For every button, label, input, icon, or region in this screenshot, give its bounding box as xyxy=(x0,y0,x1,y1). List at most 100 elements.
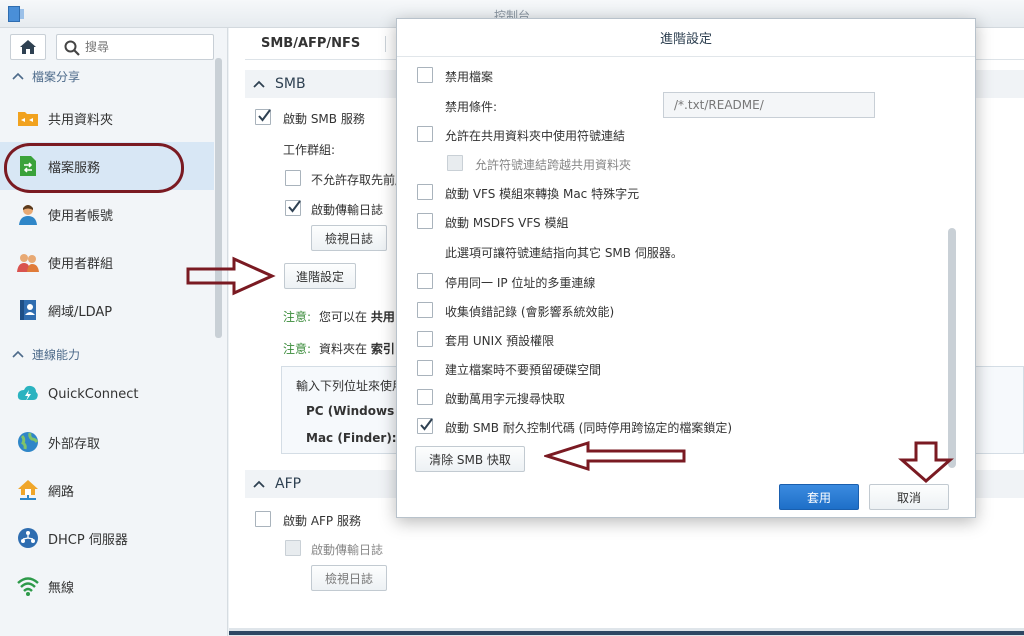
veto-condition-label: 禁用條件: xyxy=(445,100,498,114)
afp-transfer-log-label: 啟動傳輸日誌 xyxy=(311,543,384,557)
debug-log-label: 收集偵錯記錄 (會影響系統效能) xyxy=(445,305,615,319)
msdfs-vfs-label: 啟動 MSDFS VFS 模組 xyxy=(445,216,569,230)
enable-afp-label: 啟動 AFP 服務 xyxy=(283,514,361,528)
afp-transfer-log-checkbox[interactable] xyxy=(285,540,301,556)
section-file-sharing[interactable]: 檔案分享 xyxy=(0,64,214,88)
mac-address-label: Mac (Finder): xyxy=(306,431,397,445)
note-key: 注意: xyxy=(283,310,312,324)
domain-ldap-icon xyxy=(20,300,36,320)
advanced-settings-button[interactable]: 進階設定 xyxy=(284,263,356,289)
durable-handles-checkbox[interactable] xyxy=(417,418,433,434)
disallow-previous-version-checkbox[interactable] xyxy=(285,170,301,186)
vfs-mac-chars-checkbox[interactable] xyxy=(417,184,433,200)
shared-folder-icon xyxy=(18,112,38,126)
dialog-scrollbar[interactable] xyxy=(948,228,956,468)
search-field[interactable] xyxy=(56,34,214,60)
symlinks-cross-folder-label: 允許符號連結跨越共用資料夾 xyxy=(475,158,632,172)
dhcp-server-icon xyxy=(18,528,38,548)
view-log-button[interactable]: 檢視日誌 xyxy=(311,225,387,251)
apply-button[interactable]: 套用 xyxy=(779,484,859,510)
debug-log-checkbox[interactable] xyxy=(417,302,433,318)
disable-multi-connection-label: 停用同一 IP 位址的多重連線 xyxy=(445,276,596,290)
chevron-up-icon xyxy=(253,480,265,488)
veto-files-checkbox[interactable] xyxy=(417,67,433,83)
sidebar-item-user[interactable]: 使用者帳號 xyxy=(0,190,214,238)
dialog-title: 進階設定 xyxy=(397,19,975,57)
sidebar-item-label: 網路 xyxy=(48,484,75,500)
disable-multi-connection-checkbox[interactable] xyxy=(417,273,433,289)
section-label: 連線能力 xyxy=(32,347,81,362)
annotation-arrow-right-icon xyxy=(186,256,276,296)
checkmark-icon xyxy=(420,418,433,431)
network-icon xyxy=(18,480,38,500)
vfs-mac-chars-label: 啟動 VFS 模組來轉換 Mac 特殊字元 xyxy=(445,187,640,201)
tab-divider xyxy=(385,36,386,52)
msdfs-vfs-checkbox[interactable] xyxy=(417,213,433,229)
symlinks-cross-folder-checkbox[interactable] xyxy=(447,155,463,171)
search-icon xyxy=(64,40,80,56)
enable-smb-label: 啟動 SMB 服務 xyxy=(283,112,365,126)
veto-files-label: 禁用檔案 xyxy=(445,70,494,84)
enable-transfer-log-label: 啟動傳輸日誌 xyxy=(311,203,384,217)
enable-transfer-log-checkbox[interactable] xyxy=(285,200,301,216)
unix-permissions-checkbox[interactable] xyxy=(417,331,433,347)
chevron-up-icon xyxy=(12,350,24,358)
allow-symlinks-checkbox[interactable] xyxy=(417,126,433,142)
enable-smb-checkbox[interactable] xyxy=(255,109,271,125)
bottom-taskbar xyxy=(229,628,1024,636)
sidebar-item-domain-ldap[interactable]: 網域/LDAP xyxy=(0,286,214,334)
wildcard-cache-label: 啟動萬用字元搜尋快取 xyxy=(445,392,566,406)
sidebar-item-label: 使用者群組 xyxy=(48,256,114,272)
sidebar-item-dhcp-server[interactable]: DHCP 伺服器 xyxy=(0,514,214,562)
note-emphasis[interactable]: 共用 xyxy=(371,310,395,324)
afp-view-log-button[interactable]: 檢視日誌 xyxy=(311,565,387,591)
clear-smb-cache-button[interactable]: 清除 SMB 快取 xyxy=(415,446,525,472)
checkmark-icon xyxy=(258,109,271,122)
tab-smb-afp-nfs[interactable]: SMB/AFP/NFS xyxy=(261,36,360,51)
sidebar-item-label: 外部存取 xyxy=(48,436,101,452)
unix-permissions-label: 套用 UNIX 預設權限 xyxy=(445,334,555,348)
sidebar-item-label: 無線 xyxy=(48,580,75,596)
sidebar-item-shared-folder[interactable]: 共用資料夾 xyxy=(0,94,214,142)
note-emphasis[interactable]: 索引 xyxy=(371,342,395,356)
chevron-up-icon xyxy=(253,80,265,88)
veto-condition-input[interactable] xyxy=(663,92,875,118)
wildcard-cache-checkbox[interactable] xyxy=(417,389,433,405)
sidebar-item-wireless[interactable]: 無線 xyxy=(0,562,214,610)
sidebar-item-external-access[interactable]: 外部存取 xyxy=(0,418,214,466)
msdfs-hint: 此選項可讓符號連結指向其它 SMB 伺服器。 xyxy=(445,246,683,260)
sidebar-scrollbar[interactable] xyxy=(215,58,222,338)
annotation-highlight-ellipse xyxy=(4,143,184,193)
external-access-icon xyxy=(18,432,39,452)
home-button[interactable] xyxy=(10,34,46,60)
no-reserve-space-checkbox[interactable] xyxy=(417,360,433,376)
durable-handles-label: 啟動 SMB 耐久控制代碼 (同時停用跨協定的檔案鎖定) xyxy=(445,421,733,435)
sidebar: 檔案分享 共用資料夾 檔案服務 使用者帳號 使用者群組 網域/LDAP 連線能力… xyxy=(0,28,228,636)
user-icon xyxy=(19,205,37,225)
sidebar-item-user-group[interactable]: 使用者群組 xyxy=(0,238,214,286)
note-text: 資料夾在 xyxy=(319,342,368,356)
dialog-body: 禁用檔案 禁用條件: 允許在共用資料夾中使用符號連結 允許符號連結跨越共用資料夾… xyxy=(397,58,975,478)
annotation-arrow-left-icon xyxy=(544,440,686,472)
note-text: 您可以在 xyxy=(319,310,368,324)
workgroup-label: 工作群組: xyxy=(283,143,336,157)
afp-section-title: AFP xyxy=(275,476,302,492)
search-input[interactable] xyxy=(85,38,210,56)
quickconnect-icon xyxy=(17,385,38,401)
note-line-1: 注意: 您可以在 共用 xyxy=(283,308,395,325)
chevron-up-icon xyxy=(12,72,24,80)
enable-afp-checkbox[interactable] xyxy=(255,511,271,527)
cancel-button[interactable]: 取消 xyxy=(869,484,949,510)
disallow-previous-version-label: 不允許存取先前版 xyxy=(311,173,408,187)
dialog-footer: 套用 取消 xyxy=(397,478,975,518)
sidebar-item-label: 網域/LDAP xyxy=(48,304,113,320)
sidebar-item-label: QuickConnect xyxy=(48,386,139,402)
sidebar-item-network[interactable]: 網路 xyxy=(0,466,214,514)
note-line-2: 注意: 資料夾在 索引 xyxy=(283,340,395,357)
sidebar-item-quickconnect[interactable]: QuickConnect xyxy=(0,370,214,418)
section-connectivity[interactable]: 連線能力 xyxy=(0,342,214,366)
sidebar-item-label: 共用資料夾 xyxy=(48,112,114,128)
allow-symlinks-label: 允許在共用資料夾中使用符號連結 xyxy=(445,129,626,143)
pc-address-label: PC (Windows xyxy=(306,404,395,418)
section-label: 檔案分享 xyxy=(32,69,81,84)
